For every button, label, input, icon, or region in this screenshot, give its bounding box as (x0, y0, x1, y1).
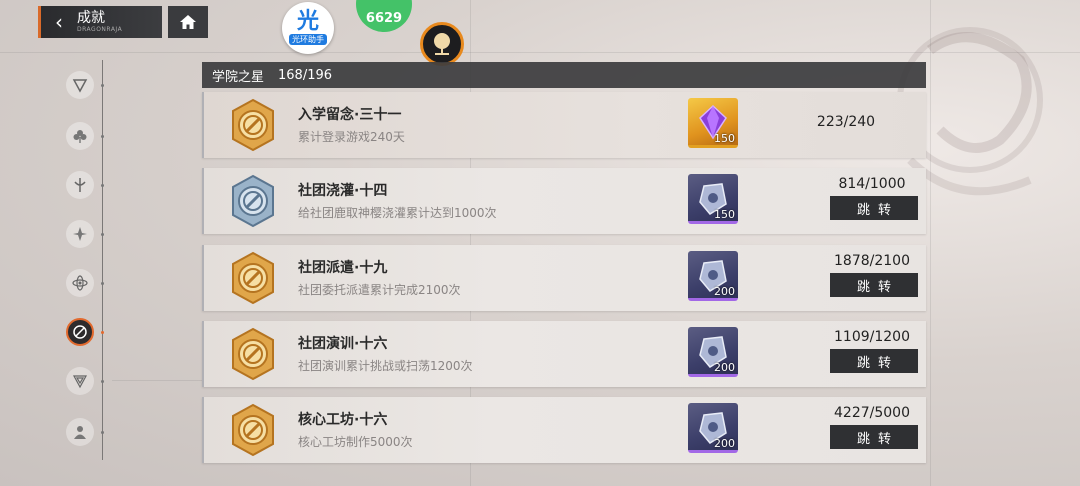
achievement-progress: 1109/1200 (834, 329, 910, 345)
nav-titles: 成就 DRAGONRAJA (77, 11, 122, 33)
achievement-title: 入学留念·三十一 (298, 107, 402, 123)
bronze-medal-icon (232, 403, 274, 457)
category-tab-7[interactable] (66, 367, 94, 395)
achievement-progress: 814/1000 (838, 176, 906, 192)
category-tab-2[interactable] (66, 122, 94, 150)
reward-item[interactable]: 150 (688, 174, 738, 224)
achievement-row: 核心工坊·十六 核心工坊制作5000次 200 4227/5000 跳转 (202, 397, 926, 463)
shuriken-icon (73, 227, 87, 241)
silver-medal-icon (232, 174, 274, 228)
category-rail (102, 60, 103, 460)
bg-grid-line (112, 380, 202, 381)
reward-qty: 150 (714, 208, 735, 221)
rail-dot (101, 233, 104, 236)
home-button[interactable] (168, 6, 208, 38)
group-name: 学院之星 (212, 69, 265, 85)
jump-button[interactable]: 跳转 (830, 425, 918, 449)
jump-button[interactable]: 跳转 (830, 196, 918, 220)
back-button[interactable]: ‹ 成就 DRAGONRAJA (38, 6, 162, 38)
jump-button[interactable]: 跳转 (830, 273, 918, 297)
bronze-medal-icon (232, 251, 274, 305)
achievement-row: 社团派遣·十九 社团委托派遣累计完成2100次 200 1878/2100 跳转 (202, 245, 926, 311)
category-tab-3[interactable] (66, 171, 94, 199)
category-tab-4[interactable] (66, 220, 94, 248)
category-tab-5[interactable] (66, 269, 94, 297)
achievement-row: 社团浇灌·十四 给社团鹿取神樱浇灌累计达到1000次 150 814/1000 … (202, 168, 926, 234)
triangle-crest-icon (72, 79, 88, 93)
achievement-title: 社团浇灌·十四 (298, 183, 388, 199)
trident-icon (74, 178, 86, 192)
compass-slash-icon (73, 325, 87, 339)
green-badge-text: 6629 (365, 11, 403, 26)
clover-icon (73, 130, 87, 143)
rail-dot (101, 282, 104, 285)
achievement-progress: 4227/5000 (834, 405, 910, 421)
category-tab-6-active[interactable] (66, 318, 94, 346)
page-title: 成就 (77, 10, 105, 26)
rail-dot (101, 135, 104, 138)
shield-crest-icon (72, 375, 88, 389)
guang-glyph: 光 (296, 9, 319, 34)
rail-dot-active (101, 331, 104, 334)
bust-icon (74, 426, 86, 439)
atom-icon (72, 275, 88, 291)
page-subtitle: DRAGONRAJA (77, 26, 123, 33)
reward-item[interactable]: 200 (688, 327, 738, 377)
guanghuan-assistant-button[interactable]: 光 光环助手 (282, 2, 334, 54)
category-tab-1[interactable] (66, 71, 94, 99)
achievement-title: 核心工坊·十六 (298, 412, 388, 428)
category-tab-8[interactable] (66, 418, 94, 446)
reward-qty: 200 (714, 437, 735, 450)
achievement-desc: 给社团鹿取神樱浇灌累计达到1000次 (298, 206, 497, 220)
bronze-medal-icon (232, 327, 274, 381)
achievement-group-header: 学院之星 168/196 (202, 62, 926, 88)
achievement-desc: 社团委托派遣累计完成2100次 (298, 283, 461, 297)
achievement-desc: 社团演训累计挑战或扫荡1200次 (298, 359, 473, 373)
guang-label: 光环助手 (289, 34, 327, 45)
rail-dot (101, 380, 104, 383)
group-count: 168/196 (278, 67, 333, 83)
reward-item[interactable]: 200 (688, 251, 738, 301)
reward-item[interactable]: 200 (688, 403, 738, 453)
achievement-desc: 核心工坊制作5000次 (298, 435, 413, 449)
bronze-medal-icon (232, 98, 274, 152)
home-icon (180, 15, 196, 29)
rail-dot (101, 184, 104, 187)
tree-icon (434, 33, 450, 55)
achievement-row: 社团演训·十六 社团演训累计挑战或扫荡1200次 200 1109/1200 跳… (202, 321, 926, 387)
jump-button[interactable]: 跳转 (830, 349, 918, 373)
top-nav: ‹ 成就 DRAGONRAJA (38, 6, 208, 38)
chevron-left-icon: ‹ (55, 10, 63, 34)
achievement-row: 入学留念·三十一 累计登录游戏240天 150 223/240 (202, 92, 926, 158)
achievement-title: 社团派遣·十九 (298, 260, 388, 276)
achievement-progress: 223/240 (816, 114, 876, 130)
reward-qty: 200 (714, 285, 735, 298)
rail-dot (101, 84, 104, 87)
achievement-desc: 累计登录游戏240天 (298, 130, 405, 144)
reward-qty: 200 (714, 361, 735, 374)
rail-dot (101, 431, 104, 434)
reward-qty: 150 (714, 132, 735, 145)
reward-item[interactable]: 150 (688, 98, 738, 148)
achievement-progress: 1878/2100 (834, 253, 910, 269)
floating-green-badge[interactable]: 6629 (356, 0, 412, 32)
tree-emblem-button[interactable] (420, 22, 464, 66)
achievement-title: 社团演训·十六 (298, 336, 388, 352)
